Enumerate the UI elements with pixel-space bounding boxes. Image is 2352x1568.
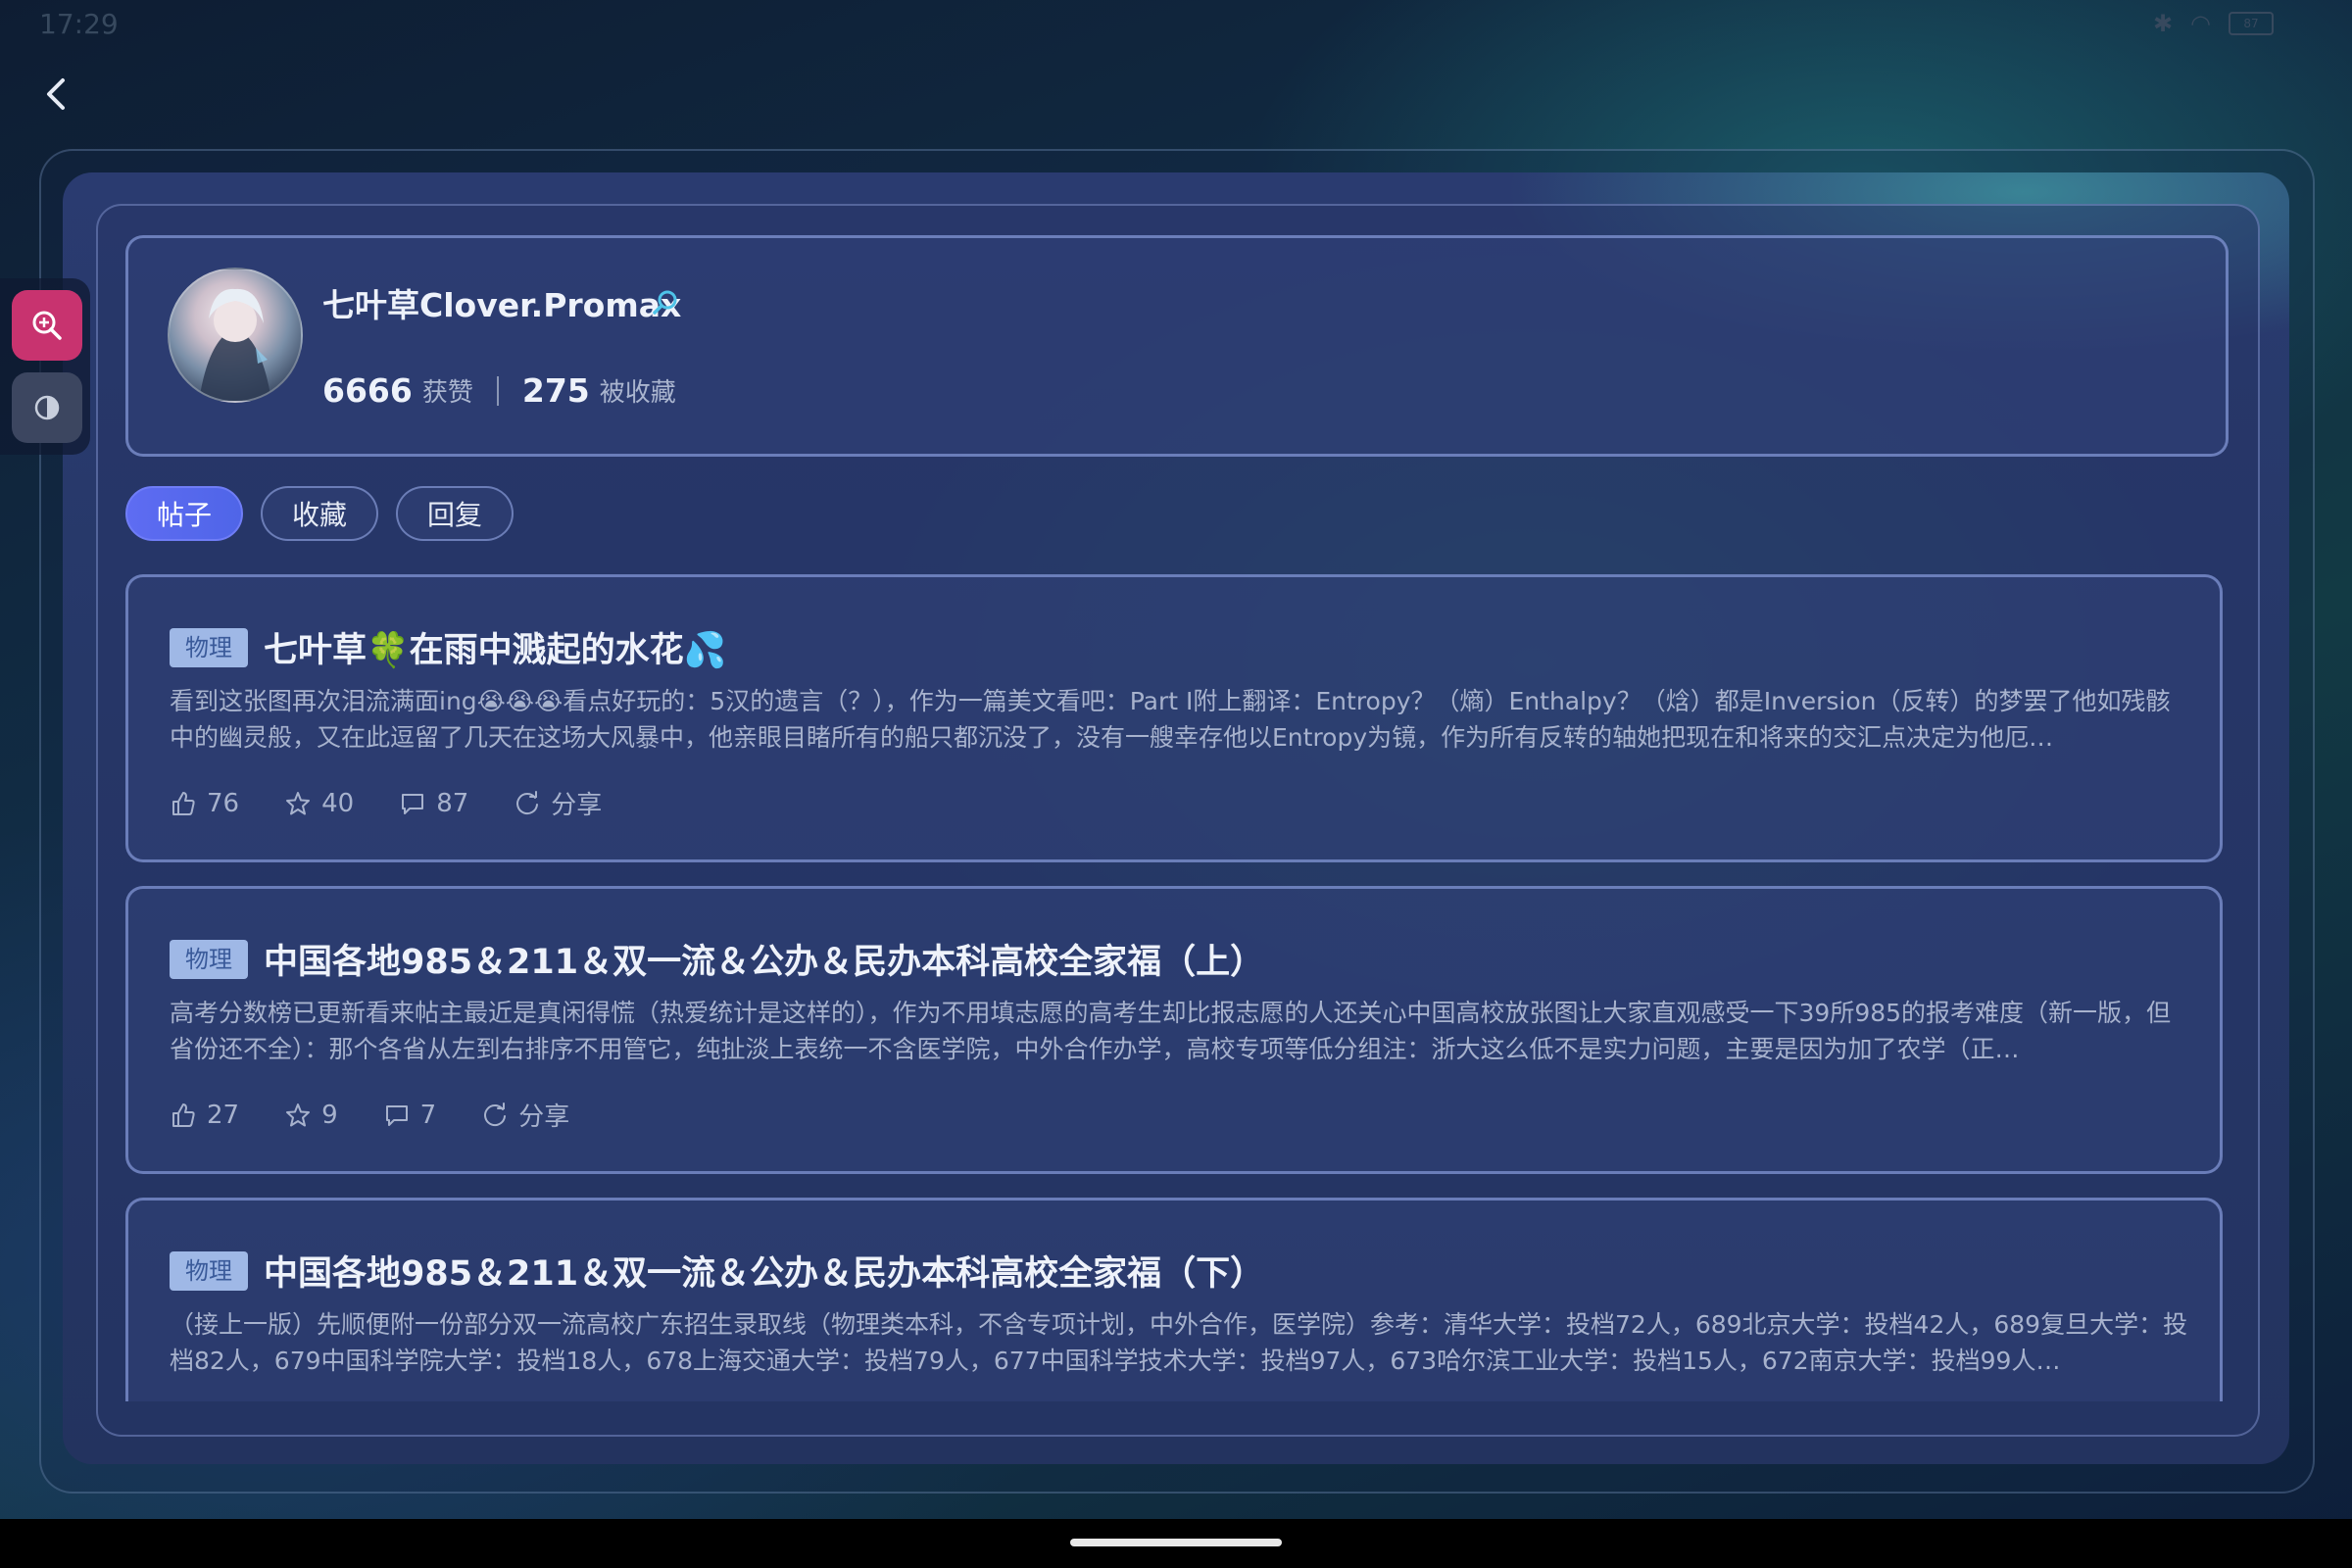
bluetooth-icon: ✱: [2152, 10, 2174, 37]
avatar[interactable]: [168, 268, 303, 403]
star-button[interactable]: 40: [284, 785, 354, 821]
likes-count: 6666: [322, 371, 413, 410]
comment-icon: [402, 793, 424, 814]
like-button[interactable]: 76: [170, 785, 239, 821]
star-button[interactable]: 9: [284, 1097, 338, 1133]
home-indicator[interactable]: [1070, 1539, 1282, 1546]
share-label: 分享: [518, 1102, 570, 1132]
post-body: （接上一版）先顺便附一份部分双一流高校广东招生录取线（物理类本科，不含专项计划，…: [170, 1310, 2188, 1375]
post-tag: 物理: [170, 1251, 248, 1291]
wifi-icon: ◠: [2190, 10, 2211, 37]
status-icons: ✱ ◠ 87: [2153, 10, 2274, 37]
back-button[interactable]: [35, 73, 78, 116]
share-icon: [484, 1102, 507, 1126]
comment-count: 87: [436, 788, 469, 818]
comment-button[interactable]: 87: [399, 785, 468, 821]
post-body: 看到这张图再次泪流满面ing😭😭😭看点好玩的：5汉的遗言（？），作为一篇美文看吧…: [170, 687, 2171, 752]
status-time: 17:29: [39, 8, 119, 40]
comment-button[interactable]: 7: [383, 1097, 437, 1133]
post-title: 七叶草🍀在雨中溅起的水花💦: [264, 631, 727, 670]
share-icon: [516, 790, 539, 814]
profile-card: 七叶草Clover.Promax 6666 获赞 275 被收藏: [125, 235, 2229, 457]
tab-favorites[interactable]: 收藏: [261, 486, 379, 541]
tab-replies[interactable]: 回复: [396, 486, 514, 541]
star-icon: [286, 791, 311, 814]
post-card[interactable]: 物理 七叶草🍀在雨中溅起的水花💦 看到这张图再次泪流满面ing😭😭😭看点好玩的：…: [125, 574, 2223, 862]
comment-icon: [385, 1104, 408, 1126]
like-count: 76: [207, 788, 240, 818]
thumbs-up-icon: [172, 791, 195, 815]
zoom-button[interactable]: [12, 290, 82, 361]
status-bar: 17:29 ✱ ◠ 87: [0, 0, 2352, 49]
tab-posts[interactable]: 帖子: [125, 486, 244, 541]
share-button[interactable]: 分享: [481, 1097, 569, 1133]
stats-divider: [496, 375, 499, 406]
username: 七叶草Clover.Promax: [322, 286, 682, 324]
contrast-button[interactable]: [12, 372, 82, 443]
avatar-illustration: [199, 288, 271, 401]
contrast-icon: [34, 395, 60, 420]
post-title: 中国各地985＆211＆双一流＆公办＆民办本科高校全家福（下）: [264, 1254, 1265, 1294]
post-card[interactable]: 物理 中国各地985＆211＆双一流＆公办＆民办本科高校全家福（下） （接上一版…: [125, 1198, 2223, 1401]
post-actions: 76 40 87 分享: [170, 785, 602, 821]
comment-count: 7: [419, 1100, 437, 1130]
star-count: 40: [321, 788, 355, 818]
post-body: 高考分数榜已更新看来帖主最近是真闲得慌（热爱统计是这样的），作为不用填志愿的高考…: [170, 999, 2172, 1063]
share-label: 分享: [551, 791, 603, 820]
star-count: 9: [321, 1100, 338, 1130]
share-button[interactable]: 分享: [514, 785, 602, 821]
post-tag: 物理: [170, 940, 248, 979]
like-button[interactable]: 27: [170, 1097, 239, 1133]
favorites-count: 275: [521, 371, 590, 410]
post-actions: 27 9 7 分享: [170, 1097, 569, 1133]
thumbs-up-icon: [172, 1102, 195, 1127]
likes-label: 获赞: [421, 378, 473, 408]
chevron-left-icon: [47, 78, 65, 110]
side-toolbar: [0, 278, 90, 455]
post-card[interactable]: 物理 中国各地985＆211＆双一流＆公办＆民办本科高校全家福（上） 高考分数榜…: [125, 886, 2223, 1174]
like-count: 27: [207, 1100, 240, 1130]
favorites-label: 被收藏: [599, 378, 676, 408]
battery-icon: 87: [2229, 12, 2274, 35]
profile-tabs: 帖子 收藏 回复: [125, 486, 514, 541]
star-icon: [286, 1102, 311, 1126]
post-title: 中国各地985＆211＆双一流＆公办＆民办本科高校全家福（上）: [264, 943, 1265, 982]
post-tag: 物理: [170, 628, 248, 667]
profile-stats: 6666 获赞 275 被收藏: [322, 371, 676, 410]
search-icon[interactable]: [650, 287, 681, 318]
zoom-in-icon: [32, 311, 62, 340]
